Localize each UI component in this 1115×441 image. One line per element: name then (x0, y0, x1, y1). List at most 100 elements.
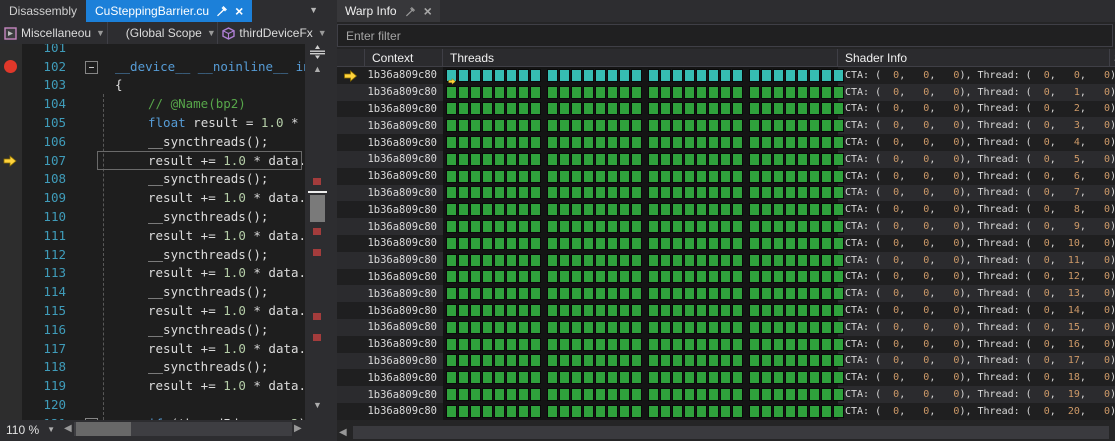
thread-block[interactable] (833, 186, 844, 199)
thread-block[interactable] (446, 388, 457, 401)
thread-block[interactable] (458, 388, 469, 401)
code-line[interactable]: 120 (0, 395, 305, 414)
thread-block[interactable] (595, 254, 606, 267)
thread-block[interactable] (494, 119, 505, 132)
row-selector-cell[interactable] (337, 101, 365, 118)
thread-block[interactable] (619, 304, 630, 317)
thread-block[interactable] (773, 102, 784, 115)
shader-info-cell[interactable]: CTA: ( 0, 0, 0), Thread: ( 0, 19, 0) (838, 386, 1110, 403)
threads-cell[interactable] (443, 67, 838, 84)
thread-block[interactable] (785, 170, 796, 183)
thread-block[interactable] (708, 237, 719, 250)
thread-block[interactable] (684, 354, 695, 367)
thread-block[interactable] (785, 237, 796, 250)
thread-block[interactable] (482, 388, 493, 401)
thread-block[interactable] (482, 186, 493, 199)
thread-block[interactable] (761, 69, 772, 82)
thread-block[interactable] (773, 186, 784, 199)
line-gutter[interactable] (0, 395, 22, 414)
thread-block[interactable] (530, 186, 541, 199)
scrollbar-thumb[interactable] (353, 426, 1109, 439)
thread-block[interactable] (749, 153, 760, 166)
thread-block[interactable] (446, 371, 457, 384)
context-cell[interactable]: 1b36a809c80 (365, 101, 443, 118)
row-selector-cell[interactable] (337, 84, 365, 101)
thread-block[interactable] (583, 405, 594, 418)
thread-block[interactable] (595, 136, 606, 149)
thread-block[interactable] (708, 388, 719, 401)
thread-block[interactable] (797, 153, 808, 166)
thread-block[interactable] (797, 304, 808, 317)
thread-block[interactable] (518, 86, 529, 99)
thread-block[interactable] (696, 287, 707, 300)
thread-block[interactable] (530, 102, 541, 115)
thread-block[interactable] (785, 102, 796, 115)
thread-block[interactable] (494, 338, 505, 351)
row-selector-cell[interactable] (337, 168, 365, 185)
thread-block[interactable] (708, 170, 719, 183)
thread-block[interactable] (720, 136, 731, 149)
threads-cell[interactable] (443, 252, 838, 269)
tab-warp-info[interactable]: Warp Info × (337, 0, 440, 22)
thread-block[interactable] (672, 338, 683, 351)
thread-block[interactable] (506, 388, 517, 401)
thread-block[interactable] (458, 287, 469, 300)
threads-cell[interactable] (443, 336, 838, 353)
thread-block[interactable] (672, 220, 683, 233)
thread-block[interactable] (749, 203, 760, 216)
thread-block[interactable] (833, 371, 844, 384)
thread-block[interactable] (595, 270, 606, 283)
thread-block[interactable] (809, 203, 820, 216)
thread-block[interactable] (660, 170, 671, 183)
thread-block[interactable] (696, 388, 707, 401)
warp-row[interactable]: 1b36a809c80CTA: ( 0, 0, 0), Thread: ( 0,… (337, 269, 1115, 286)
thread-block[interactable] (547, 186, 558, 199)
thread-block[interactable] (672, 371, 683, 384)
thread-block[interactable] (530, 254, 541, 267)
thread-block[interactable] (583, 287, 594, 300)
thread-block[interactable] (571, 254, 582, 267)
thread-block[interactable] (494, 354, 505, 367)
shader-info-cell[interactable]: CTA: ( 0, 0, 0), Thread: ( 0, 1, 0) (838, 84, 1110, 101)
line-gutter[interactable] (0, 339, 22, 358)
thread-block[interactable] (809, 371, 820, 384)
thread-block[interactable] (446, 321, 457, 334)
line-gutter[interactable] (0, 282, 22, 301)
thread-block[interactable] (530, 153, 541, 166)
thread-block[interactable] (821, 371, 832, 384)
thread-block[interactable] (631, 270, 642, 283)
thread-block[interactable] (708, 321, 719, 334)
warp-row[interactable]: 1b36a809c80CTA: ( 0, 0, 0), Thread: ( 0,… (337, 319, 1115, 336)
thread-block[interactable] (809, 405, 820, 418)
thread-block[interactable] (797, 388, 808, 401)
thread-block[interactable] (648, 119, 659, 132)
thread-block[interactable] (797, 203, 808, 216)
thread-block[interactable] (773, 354, 784, 367)
thread-block[interactable] (482, 405, 493, 418)
thread-block[interactable] (530, 170, 541, 183)
thread-block[interactable] (785, 153, 796, 166)
thread-block[interactable] (631, 102, 642, 115)
thread-block[interactable] (631, 388, 642, 401)
thread-block[interactable] (785, 405, 796, 418)
thread-block[interactable] (749, 102, 760, 115)
thread-block[interactable] (518, 321, 529, 334)
threads-cell[interactable] (443, 386, 838, 403)
thread-block[interactable] (595, 237, 606, 250)
thread-block[interactable] (530, 237, 541, 250)
thread-block[interactable] (821, 102, 832, 115)
thread-block[interactable] (607, 371, 618, 384)
thread-block[interactable] (660, 203, 671, 216)
thread-block[interactable] (559, 254, 570, 267)
warp-row[interactable]: 1b36a809c80CTA: ( 0, 0, 0), Thread: ( 0,… (337, 336, 1115, 353)
thread-block[interactable] (494, 237, 505, 250)
thread-block[interactable] (809, 287, 820, 300)
thread-block[interactable] (797, 354, 808, 367)
thread-block[interactable] (506, 220, 517, 233)
thread-block[interactable] (720, 354, 731, 367)
context-cell[interactable]: 1b36a809c80 (365, 201, 443, 218)
thread-block[interactable] (732, 220, 743, 233)
code-line[interactable]: 104// @Name(bp2) (0, 94, 305, 113)
thread-block[interactable] (761, 405, 772, 418)
row-selector-cell[interactable] (337, 403, 365, 420)
